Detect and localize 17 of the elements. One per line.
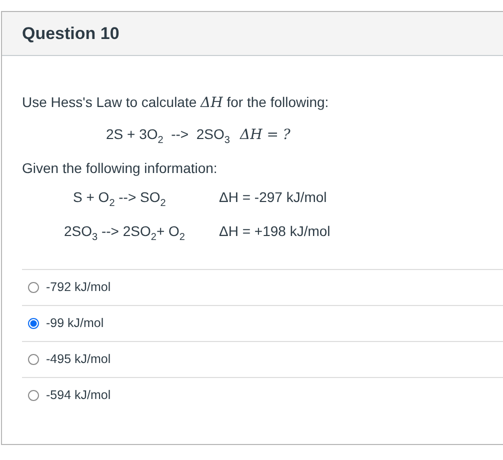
- target-equation: 2S + 3O$_{2}$ --> 2SO$_{3}$: [106, 126, 230, 146]
- question-text: Use Hess's Law to calculate ΔH for the following:: [22, 94, 330, 113]
- option-label[interactable]: -99 kJ/mol: [46, 316, 104, 330]
- given-label: Given the following information:: [22, 160, 218, 176]
- question-title: Question 10: [22, 24, 120, 44]
- option-label[interactable]: -792 kJ/mol: [46, 280, 111, 294]
- radio-button[interactable]: [28, 318, 39, 329]
- given-enthalpy: ΔH = -297 kJ/mol: [219, 189, 328, 207]
- target-enthalpy: ΔH = ?: [240, 127, 290, 143]
- radio-button[interactable]: [28, 282, 39, 293]
- given-equation: S + O$_{2}$ --> SO$_{2}$: [72, 189, 167, 209]
- radio-button[interactable]: [28, 390, 39, 401]
- given-enthalpy: ΔH = +198 kJ/mol: [219, 222, 332, 241]
- radio-button[interactable]: [28, 354, 39, 365]
- option-label[interactable]: -594 kJ/mol: [46, 388, 111, 402]
- given-equation: 2SO$_{3}$ --> 2SO$_{2}$+ O$_{2}$: [64, 222, 186, 243]
- option-label[interactable]: -495 kJ/mol: [46, 352, 111, 366]
